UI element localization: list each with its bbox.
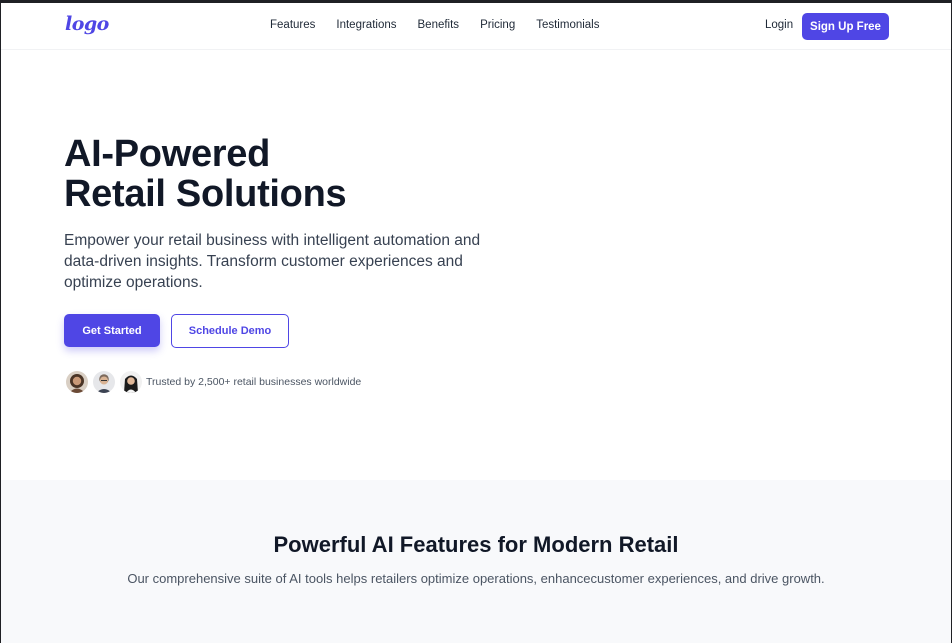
nav-integrations[interactable]: Integrations <box>336 19 396 31</box>
hero-title: AI-Powered Retail Solutions <box>64 133 347 215</box>
avatar <box>91 369 117 395</box>
trust-text: Trusted by 2,500+ retail businesses worl… <box>146 376 362 388</box>
nav-benefits[interactable]: Benefits <box>418 19 460 31</box>
nav-pricing[interactable]: Pricing <box>480 19 515 31</box>
features-subtitle: Our comprehensive suite of AI tools help… <box>127 571 825 586</box>
site-header: logo Features Integrations Benefits Pric… <box>1 3 951 50</box>
login-link[interactable]: Login <box>765 19 793 31</box>
hero-title-line-1: AI-Powered <box>64 133 271 175</box>
hero-description: Empower your retail business with intell… <box>64 232 481 291</box>
main-nav: Features Integrations Benefits Pricing T… <box>270 19 621 31</box>
nav-features[interactable]: Features <box>270 19 315 31</box>
schedule-demo-button[interactable]: Schedule Demo <box>171 314 289 348</box>
avatar <box>118 369 144 395</box>
avatar <box>64 369 90 395</box>
features-section: Powerful AI Features for Modern Retail O… <box>1 480 951 643</box>
nav-testimonials[interactable]: Testimonials <box>536 19 599 31</box>
get-started-button[interactable]: Get Started <box>64 314 160 347</box>
features-title: Powerful AI Features for Modern Retail <box>273 532 679 557</box>
trust-badge: Trusted by 2,500+ retail businesses worl… <box>64 369 361 395</box>
signup-button[interactable]: Sign Up Free <box>802 13 889 40</box>
logo[interactable]: logo <box>65 13 109 35</box>
hero-title-line-2: Retail Solutions <box>64 173 347 215</box>
